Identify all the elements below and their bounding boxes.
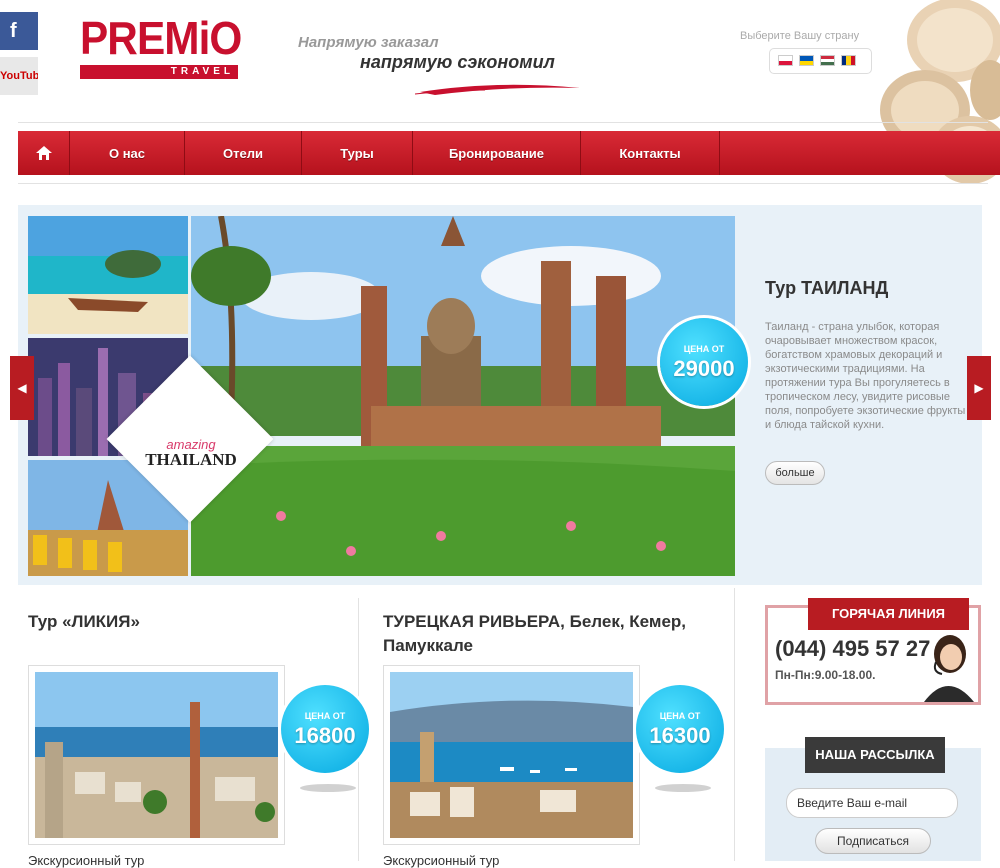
price-label: ЦЕНА ОТ — [683, 344, 725, 354]
thailand-main-image — [191, 216, 735, 576]
slider-prev-button[interactable]: ◀ — [10, 356, 34, 420]
nav-home[interactable] — [18, 131, 70, 175]
tour-card-image-frame[interactable] — [28, 665, 285, 845]
subscribe-button[interactable]: Подписаться — [815, 828, 931, 854]
arrow-left-icon: ◀ — [17, 381, 27, 395]
email-input[interactable] — [786, 788, 958, 818]
lycia-image — [35, 672, 278, 838]
turkish-riviera-image — [390, 672, 633, 838]
youtube-icon[interactable]: YouTube — [0, 57, 38, 95]
nav-booking[interactable]: Бронирование — [413, 131, 581, 175]
hotline-phone[interactable]: (044) 495 57 27 — [775, 636, 930, 662]
newsletter-title: НАША РАССЫЛКА — [805, 737, 945, 773]
nav-contacts[interactable]: Контакты — [581, 131, 720, 175]
home-icon — [35, 146, 52, 160]
tour-card-image-frame[interactable] — [383, 665, 640, 845]
flag-ukraine-icon[interactable] — [799, 55, 814, 66]
price-badge-shadow — [655, 784, 711, 792]
thumb-beach[interactable] — [28, 216, 188, 334]
more-button[interactable]: больше — [765, 461, 825, 485]
hotline-hours: Пн-Пн:9.00-18.00. — [775, 668, 876, 682]
slider-price-badge: ЦЕНА ОТ 29000 — [660, 318, 748, 406]
brush-stroke-decoration — [415, 84, 580, 95]
nav-hotels[interactable]: Отели — [185, 131, 302, 175]
slider-tour-description: Таиланд - страна улыбок, которая очаровы… — [765, 321, 966, 431]
flag-poland-icon[interactable] — [778, 55, 793, 66]
support-operator-image — [924, 635, 974, 702]
tour-card-title[interactable]: ТУРЕЦКАЯ РИВЬЕРА, Белек, Кемер, Памуккал… — [383, 610, 713, 658]
column-divider — [734, 588, 735, 861]
price-value: 16300 — [649, 723, 711, 748]
slogan-line1: Напрямую заказал — [298, 34, 439, 51]
country-select-label: Выберите Вашу страну — [740, 30, 860, 42]
flag-romania-icon[interactable] — [841, 55, 856, 66]
beach-image — [28, 216, 188, 334]
logo-subtext: TRAVEL — [80, 65, 238, 79]
arrow-right-icon: ▶ — [974, 381, 984, 395]
price-label: ЦЕНА ОТ — [304, 711, 346, 721]
price-label: ЦЕНА ОТ — [659, 711, 701, 721]
slogan-line2: напрямую сэкономил — [360, 52, 555, 72]
tour-price-badge: ЦЕНА ОТ 16800 — [281, 685, 369, 773]
badge-country-text: THAILAND — [145, 450, 237, 469]
logo[interactable]: PREMiO TRAVEL — [80, 12, 242, 87]
country-flags — [769, 48, 872, 74]
price-badge-shadow — [300, 784, 356, 792]
price-value: 16800 — [294, 723, 356, 748]
nav-tours[interactable]: Туры — [302, 131, 413, 175]
logo-text: PREMiO — [80, 12, 242, 64]
flag-hungary-icon[interactable] — [820, 55, 835, 66]
hotline-title: ГОРЯЧАЯ ЛИНИЯ — [808, 598, 969, 630]
nav-about[interactable]: О нас — [70, 131, 185, 175]
slider-tour-title[interactable]: Тур ТАИЛАНД — [765, 278, 888, 299]
tour-card-title[interactable]: Тур «ЛИКИЯ» — [28, 610, 328, 634]
divider — [18, 183, 988, 184]
price-value: 29000 — [673, 356, 735, 381]
divider — [18, 122, 988, 123]
main-nav: О нас Отели Туры Бронирование Контакты — [18, 131, 1000, 175]
tour-price-badge: ЦЕНА ОТ 16300 — [636, 685, 724, 773]
facebook-icon[interactable]: f — [0, 12, 38, 50]
temple-scene-image — [191, 216, 735, 576]
slider-next-button[interactable]: ▶ — [967, 356, 991, 420]
